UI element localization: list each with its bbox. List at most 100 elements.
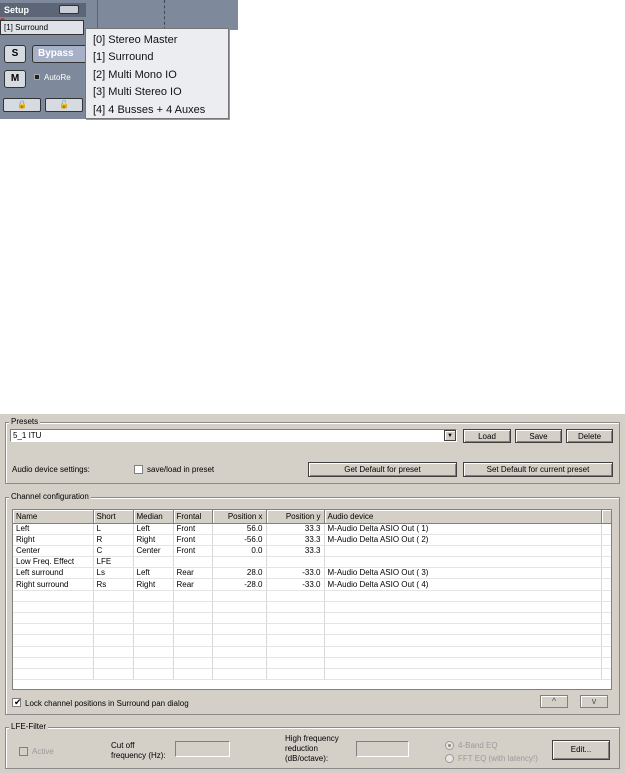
move-down-button[interactable]: v bbox=[580, 695, 608, 708]
save-button[interactable]: Save bbox=[515, 429, 562, 443]
table-cell-py[interactable]: 33.3 bbox=[266, 534, 325, 546]
empty-table-row[interactable] bbox=[13, 623, 611, 636]
empty-table-row[interactable] bbox=[13, 646, 611, 658]
table-cell-frontal[interactable] bbox=[173, 612, 213, 625]
table-cell-device[interactable] bbox=[324, 668, 602, 681]
table-cell-px[interactable] bbox=[212, 634, 267, 647]
table-cell-py[interactable]: 33.3 bbox=[266, 545, 325, 558]
table-cell-short[interactable]: LFE bbox=[93, 556, 134, 569]
popup-item[interactable]: [1] Surround bbox=[93, 49, 228, 66]
table-cell-px[interactable] bbox=[212, 646, 267, 658]
table-cell-px[interactable] bbox=[212, 612, 267, 625]
table-cell-px[interactable]: 28.0 bbox=[212, 567, 267, 580]
table-cell-py[interactable] bbox=[266, 601, 325, 614]
table-cell-name[interactable] bbox=[13, 601, 94, 614]
table-cell-frontal[interactable] bbox=[173, 623, 213, 636]
table-cell-device[interactable]: M-Audio Delta ASIO Out ( 2) bbox=[324, 534, 602, 546]
table-cell-py[interactable] bbox=[266, 646, 325, 658]
table-cell-name[interactable] bbox=[13, 590, 94, 602]
table-cell-frontal[interactable]: Front bbox=[173, 545, 213, 558]
table-cell-name[interactable]: Low Freq. Effect bbox=[13, 556, 94, 569]
table-cell-device[interactable] bbox=[324, 556, 602, 569]
table-cell-median[interactable] bbox=[133, 590, 174, 602]
table-row[interactable]: Center C Center Front 0.0 33.3 bbox=[13, 545, 611, 558]
column-header-audio-device[interactable]: Audio device bbox=[324, 510, 602, 524]
table-cell-frontal[interactable]: Front bbox=[173, 534, 213, 546]
table-cell-py[interactable] bbox=[266, 590, 325, 602]
cutoff-frequency-input[interactable] bbox=[175, 741, 230, 757]
setup-toggle-button[interactable] bbox=[59, 5, 79, 14]
table-cell-py[interactable]: 33.3 bbox=[266, 523, 325, 535]
table-cell-name[interactable] bbox=[13, 657, 94, 669]
hf-reduction-input[interactable] bbox=[356, 741, 409, 757]
table-cell-frontal[interactable]: Rear bbox=[173, 578, 213, 591]
table-cell-median[interactable] bbox=[133, 612, 174, 625]
get-default-button[interactable]: Get Default for preset bbox=[308, 462, 457, 477]
mute-button[interactable]: M bbox=[4, 70, 26, 88]
delete-button[interactable]: Delete bbox=[566, 429, 613, 443]
table-cell-short[interactable] bbox=[93, 612, 134, 625]
popup-item[interactable]: [2] Multi Mono IO bbox=[93, 67, 228, 84]
table-cell-device[interactable]: M-Audio Delta ASIO Out ( 3) bbox=[324, 567, 602, 580]
table-cell-py[interactable] bbox=[266, 623, 325, 636]
table-cell-py[interactable] bbox=[266, 668, 325, 681]
table-cell-short[interactable] bbox=[93, 623, 134, 636]
table-cell-median[interactable] bbox=[133, 556, 174, 569]
table-cell-px[interactable]: -28.0 bbox=[212, 578, 267, 591]
table-cell-frontal[interactable] bbox=[173, 646, 213, 658]
move-up-button[interactable]: ^ bbox=[540, 695, 568, 708]
empty-table-row[interactable] bbox=[13, 612, 611, 625]
unlock-link-button[interactable]: 🔓 bbox=[45, 98, 83, 112]
table-cell-px[interactable]: 0.0 bbox=[212, 545, 267, 558]
table-cell-frontal[interactable] bbox=[173, 590, 213, 602]
table-cell-py[interactable] bbox=[266, 634, 325, 647]
table-cell-name[interactable]: Left bbox=[13, 523, 94, 535]
table-cell-frontal[interactable] bbox=[173, 657, 213, 669]
empty-table-row[interactable] bbox=[13, 668, 611, 681]
table-cell-name[interactable]: Center bbox=[13, 545, 94, 558]
empty-table-row[interactable] bbox=[13, 590, 611, 602]
table-cell-device[interactable] bbox=[324, 601, 602, 614]
table-cell-device[interactable] bbox=[324, 612, 602, 625]
table-cell-short[interactable]: R bbox=[93, 534, 134, 546]
table-cell-device[interactable] bbox=[324, 634, 602, 647]
table-cell-frontal[interactable] bbox=[173, 634, 213, 647]
set-default-button[interactable]: Set Default for current preset bbox=[463, 462, 613, 477]
table-cell-device[interactable] bbox=[324, 590, 602, 602]
column-header-name[interactable]: Name bbox=[13, 510, 94, 524]
lock-positions-checkbox[interactable]: ✔ bbox=[12, 697, 22, 707]
channel-table[interactable]: Name Short Median Frontal Position x Pos… bbox=[12, 509, 612, 690]
table-cell-short[interactable] bbox=[93, 601, 134, 614]
table-cell-device[interactable]: M-Audio Delta ASIO Out ( 4) bbox=[324, 578, 602, 591]
edit-button[interactable]: Edit... bbox=[552, 740, 610, 760]
table-cell-median[interactable] bbox=[133, 657, 174, 669]
table-cell-name[interactable] bbox=[13, 646, 94, 658]
solo-button[interactable]: S bbox=[4, 45, 26, 63]
table-cell-px[interactable]: 56.0 bbox=[212, 523, 267, 535]
table-cell-short[interactable] bbox=[93, 646, 134, 658]
table-cell-frontal[interactable] bbox=[173, 668, 213, 681]
table-cell-median[interactable] bbox=[133, 668, 174, 681]
column-header-position-y[interactable]: Position y bbox=[266, 510, 325, 524]
table-cell-px[interactable]: -56.0 bbox=[212, 534, 267, 546]
empty-table-row[interactable] bbox=[13, 657, 611, 669]
table-cell-median[interactable] bbox=[133, 623, 174, 636]
table-cell-py[interactable]: -33.0 bbox=[266, 578, 325, 591]
table-cell-device[interactable] bbox=[324, 646, 602, 658]
table-cell-py[interactable] bbox=[266, 657, 325, 669]
table-cell-median[interactable]: Left bbox=[133, 567, 174, 580]
table-cell-name[interactable]: Right bbox=[13, 534, 94, 546]
load-button[interactable]: Load bbox=[463, 429, 511, 443]
lock-link-button[interactable]: 🔒 bbox=[3, 98, 41, 112]
popup-item[interactable]: [0] Stereo Master bbox=[93, 32, 228, 49]
table-cell-short[interactable] bbox=[93, 590, 134, 602]
table-row[interactable]: Left L Left Front 56.0 33.3 M-Audio Delta ASIO… bbox=[13, 523, 611, 535]
table-cell-median[interactable]: Left bbox=[133, 523, 174, 535]
table-cell-py[interactable] bbox=[266, 556, 325, 569]
chevron-down-icon[interactable]: ▼ bbox=[444, 430, 456, 441]
popup-item[interactable]: [4] 4 Busses + 4 Auxes bbox=[93, 102, 228, 119]
table-cell-device[interactable] bbox=[324, 657, 602, 669]
routing-select[interactable]: [1] Surround bbox=[0, 20, 84, 35]
table-row[interactable]: Low Freq. Effect LFE bbox=[13, 556, 611, 569]
table-cell-short[interactable]: C bbox=[93, 545, 134, 558]
